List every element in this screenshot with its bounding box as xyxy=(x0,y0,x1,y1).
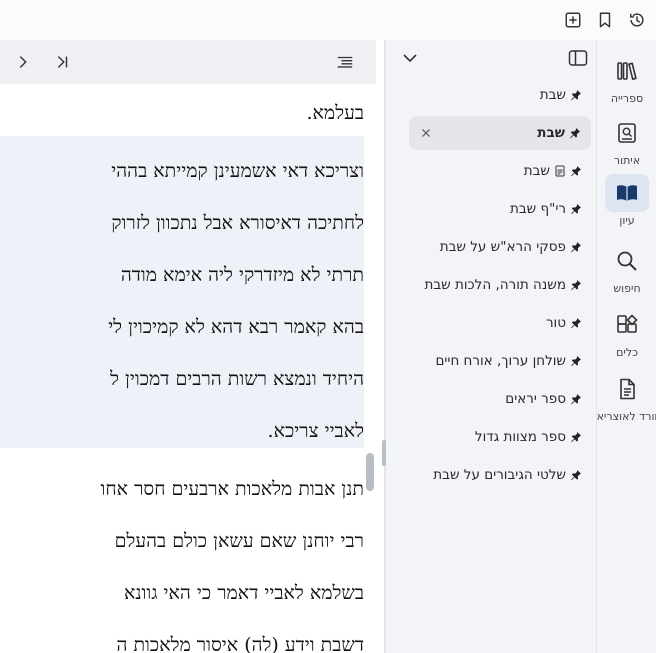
text-line: רבי יוחנן שאם עשאן כולם בהעלם xyxy=(114,530,364,552)
chevron-right-icon xyxy=(19,56,27,68)
sidebar-toggle-icon[interactable] xyxy=(568,49,588,67)
open-book-tab[interactable]: ספר יראים xyxy=(505,382,582,416)
text-line: תנן אבות מלאכות ארבעים חסר אחו xyxy=(100,478,364,500)
open-book-tab[interactable]: משנה תורה, הלכות שבת xyxy=(424,268,582,302)
top-bar xyxy=(0,0,656,40)
text-line: תרתי לא מיזדרקי ליה אימא מודה xyxy=(120,264,364,286)
rail-item-library[interactable]: ספרייה xyxy=(597,52,656,105)
library-icon xyxy=(605,52,649,90)
text-line: לחתיכה דאיסורא אבל נתכוון לזרוק xyxy=(111,212,364,234)
add-tab-icon xyxy=(565,12,581,28)
open-book-label: טור xyxy=(545,315,566,331)
open-book-tab[interactable]: שולחן ערוך, אורח חיים xyxy=(435,344,582,378)
navigation-rail: ספרייה איתור עיון חיפוש כלים וורד לאוצרי… xyxy=(596,40,656,653)
pin-icon[interactable] xyxy=(570,279,582,291)
rail-label-search: חיפוש xyxy=(613,282,641,295)
last-page-icon xyxy=(57,56,68,68)
open-book-label: שולחן ערוך, אורח חיים xyxy=(435,353,566,369)
open-book-tab[interactable]: טור xyxy=(546,306,582,340)
pin-icon[interactable] xyxy=(570,431,582,443)
open-book-label: ספר מצוות גדול xyxy=(474,429,566,445)
reading-book-icon xyxy=(605,174,649,212)
next-page-button[interactable] xyxy=(12,51,34,73)
open-book-label: שבת xyxy=(523,163,550,179)
open-book-tab[interactable]: ספר מצוות גדול xyxy=(475,420,582,454)
pin-icon[interactable] xyxy=(570,203,582,215)
add-tab-button[interactable] xyxy=(562,9,584,31)
reader-text[interactable]: בעלמא. וצריכא דאי אשמעינן קמייתא בההי לח… xyxy=(0,84,376,653)
rail-label-reading: עיון xyxy=(619,214,635,227)
pin-icon[interactable] xyxy=(570,317,582,329)
open-book-label: ספר יראים xyxy=(505,391,566,407)
pin-icon[interactable] xyxy=(570,393,582,405)
rail-label-library: ספרייה xyxy=(610,92,644,105)
open-books-panel: שבת שבת שבת רי"ף שבת פסקי הרא"ש על שבת משנה ת… xyxy=(386,40,596,653)
history-icon xyxy=(629,13,644,27)
open-book-label: שבת xyxy=(539,87,566,103)
chevron-down-icon[interactable] xyxy=(400,48,420,68)
pin-icon[interactable] xyxy=(570,241,582,253)
rail-item-word-import[interactable]: וורד לאוצריא xyxy=(597,370,656,423)
rail-label-find-ref: איתור xyxy=(613,154,641,167)
rail-label-word-import: וורד לאוצריא xyxy=(596,410,656,423)
rail-item-reading[interactable]: עיון xyxy=(597,174,656,227)
rail-item-tools[interactable]: כלים xyxy=(597,306,656,359)
pin-icon[interactable] xyxy=(570,89,582,101)
history-button[interactable] xyxy=(626,9,648,31)
document-icon xyxy=(554,165,566,177)
bookmarks-button[interactable] xyxy=(594,9,616,31)
word-document-icon xyxy=(605,370,649,408)
open-book-tab[interactable]: שבת xyxy=(524,154,582,188)
search-icon xyxy=(605,242,649,280)
table-of-contents-button[interactable] xyxy=(334,51,356,73)
open-book-label: פסקי הרא"ש על שבת xyxy=(439,239,566,255)
toc-icon xyxy=(337,56,353,68)
open-book-label: רי"ף שבת xyxy=(509,201,566,217)
last-page-button[interactable] xyxy=(51,51,73,73)
text-line: בעלמא. xyxy=(306,102,364,124)
text-line: בהא קאמר רבא דהא לא קמיכוין לי xyxy=(108,316,364,338)
rail-item-search[interactable]: חיפוש xyxy=(597,242,656,295)
text-line: היחיד ונמצא רשות הרבים דמכוין ל xyxy=(110,368,364,390)
pin-icon[interactable] xyxy=(570,469,582,481)
open-book-label: משנה תורה, הלכות שבת xyxy=(424,277,566,293)
text-line: וצריכא דאי אשמעינן קמייתא בההי xyxy=(111,160,364,182)
pin-icon[interactable] xyxy=(570,165,582,177)
open-book-tab[interactable]: שבת xyxy=(540,78,582,112)
rail-item-find-ref[interactable]: איתור xyxy=(597,114,656,167)
reader-toolbar xyxy=(0,40,376,84)
close-icon[interactable] xyxy=(419,126,433,140)
open-book-tab[interactable]: רי"ף שבת xyxy=(510,192,582,226)
reader-pane: בעלמא. וצריכא דאי אשמעינן קמייתא בההי לח… xyxy=(0,40,384,653)
text-line: לאביי צריכא. xyxy=(267,420,364,442)
open-book-label: שלטי הגיבורים על שבת xyxy=(433,467,566,483)
open-book-label: שבת xyxy=(537,125,565,141)
pin-icon[interactable] xyxy=(569,127,581,139)
open-book-tab[interactable]: פסקי הרא"ש על שבת xyxy=(440,230,582,264)
reader-scrollbar[interactable] xyxy=(366,453,374,491)
bookmark-icon xyxy=(599,12,611,28)
rail-label-tools: כלים xyxy=(616,346,638,359)
open-book-tab[interactable]: שלטי הגיבורים על שבת xyxy=(433,458,582,492)
text-line: בשלמא לאביי דאמר כי האי גוונא xyxy=(123,582,364,604)
text-line: דשבת וידע (לה) איסור מלאכות ה xyxy=(116,634,364,653)
tools-icon xyxy=(605,306,649,344)
find-ref-icon xyxy=(605,114,649,152)
pin-icon[interactable] xyxy=(570,355,582,367)
open-book-tab[interactable]: שבת xyxy=(409,116,591,150)
